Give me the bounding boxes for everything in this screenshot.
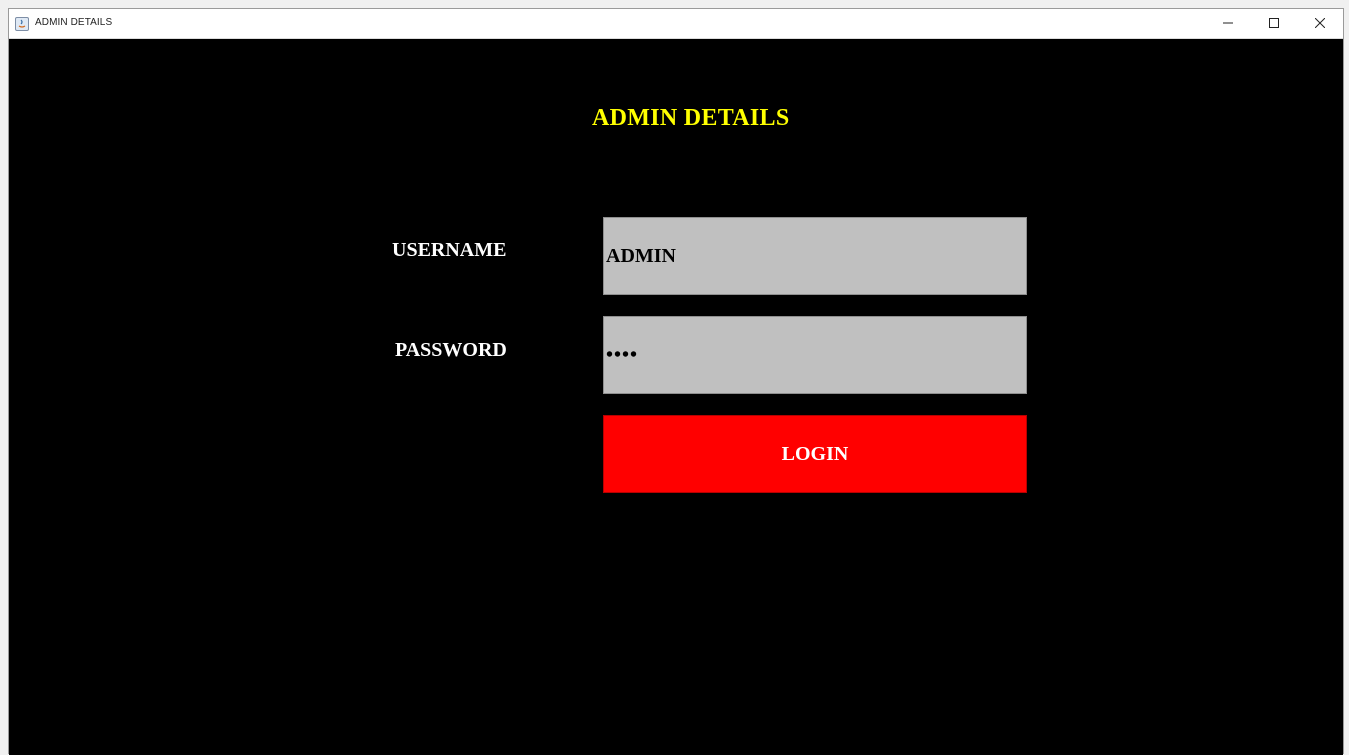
app-window: ADMIN DETAILS ADMIN DETAILS USERNAME PAS… <box>8 8 1344 755</box>
password-label: PASSWORD <box>395 339 507 361</box>
password-field[interactable] <box>603 316 1027 394</box>
login-panel: ADMIN DETAILS USERNAME PASSWORD LOGIN <box>9 39 1343 755</box>
minimize-icon <box>1223 15 1233 33</box>
page-title: ADMIN DETAILS <box>592 105 790 131</box>
maximize-icon <box>1269 15 1279 33</box>
minimize-button[interactable] <box>1205 9 1251 39</box>
username-label: USERNAME <box>392 239 507 261</box>
username-field[interactable] <box>603 217 1027 295</box>
login-button[interactable]: LOGIN <box>603 415 1027 493</box>
java-app-icon <box>15 17 29 31</box>
close-icon <box>1314 15 1326 33</box>
title-bar[interactable]: ADMIN DETAILS <box>9 9 1343 39</box>
maximize-button[interactable] <box>1251 9 1297 39</box>
window-title: ADMIN DETAILS <box>35 17 113 28</box>
close-button[interactable] <box>1297 9 1343 39</box>
